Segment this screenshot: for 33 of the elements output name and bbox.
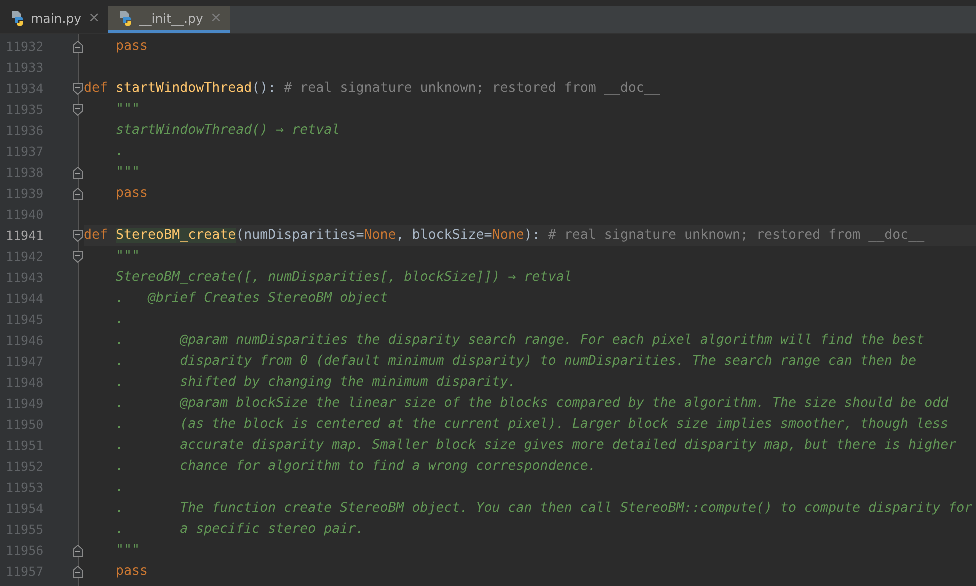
code-line: . The function create StereoBM object. You can then call StereoBM::compute() to compute disparity for	[115, 501, 973, 516]
code-line: . shifted by changing the minimum disparity.	[115, 375, 516, 390]
code-line: pass	[115, 186, 148, 201]
file-tab[interactable]: __init__.py ×	[108, 6, 230, 33]
code-line: .	[115, 480, 124, 495]
python-file-icon	[10, 10, 26, 26]
fold-icon[interactable]	[73, 104, 83, 116]
code-line: """	[115, 249, 140, 264]
code-line: StereoBM_create([, numDisparities[, blockSize]]) → retval	[115, 270, 572, 285]
code-line: def startWindowThread(): # real signature unknown; restored from __doc__	[84, 81, 660, 96]
code-line: . @param blockSize the linear size of the blocks compared by the algorithm. The size should be odd	[115, 396, 949, 411]
code-line: """	[115, 543, 140, 558]
code-line: """	[115, 165, 140, 180]
code-line: pass	[115, 39, 148, 54]
code-line: . @brief Creates StereoBM object	[115, 291, 388, 306]
fold-icon[interactable]	[73, 82, 83, 94]
code-line: . (as the block is centered at the current pixel). Larger block size implies smoother, though less	[115, 417, 949, 432]
code-line: def StereoBM_create(numDisparities=None, blockSize=None): # real signature unknown; restored from __doc__	[84, 228, 925, 243]
code-line: . disparity from 0 (default minimum disparity) to numDisparities. The search range can then be	[115, 354, 917, 369]
file-tab[interactable]: main.py ×	[0, 6, 108, 33]
code-line: """	[115, 102, 140, 117]
code-line: startWindowThread() → retval	[115, 123, 340, 138]
close-icon[interactable]: ×	[88, 10, 100, 26]
code-line: .	[115, 312, 124, 327]
code-line: . accurate disparity map. Smaller block size gives more detailed disparity map, but there is higher	[115, 438, 957, 453]
code-line: . @param numDisparities the disparity search range. For each pixel algorithm will find the best	[115, 333, 925, 348]
fold-icon[interactable]	[73, 230, 83, 242]
code-line: pass	[115, 564, 148, 579]
code-line: .	[115, 144, 124, 159]
code-line: . chance for algorithm to find a wrong correspondence.	[115, 459, 596, 474]
line-number: 11941	[5, 228, 45, 243]
code-line: . a specific stereo pair.	[115, 522, 364, 537]
fold-icon[interactable]	[73, 250, 83, 262]
